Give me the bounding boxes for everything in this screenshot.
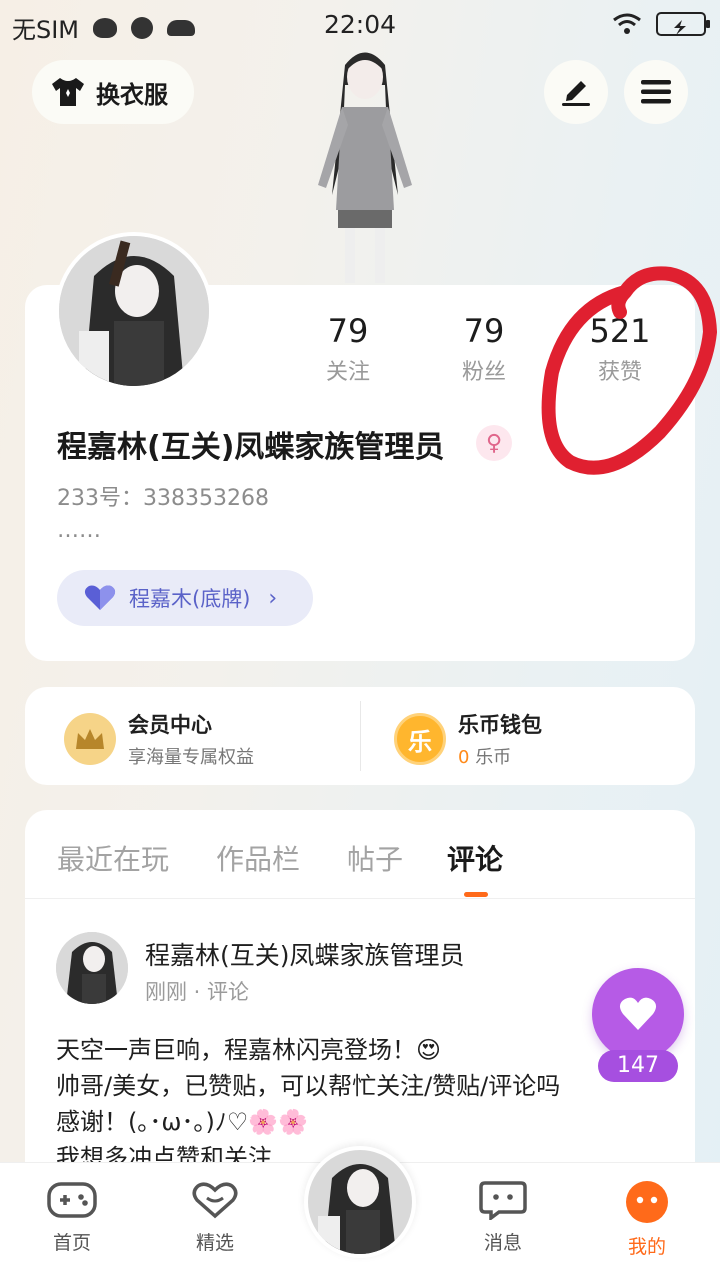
chevron-right-icon: › — [268, 585, 278, 611]
stat-label: 粉丝 — [461, 360, 506, 385]
avatar-character-figure[interactable] — [290, 45, 440, 285]
username: 程嘉林(互关)凤蝶家族管理员 — [57, 430, 445, 465]
wallet-unit: 乐币 — [475, 747, 512, 768]
vip-subtitle: 享海量专属权益 — [128, 747, 254, 768]
nav-home[interactable]: 首页 — [17, 1180, 127, 1255]
nav-label: 我的 — [627, 1236, 666, 1258]
face-icon — [626, 1181, 668, 1223]
stat-followers[interactable]: 79 粉丝 — [424, 312, 544, 386]
like-button[interactable] — [592, 968, 684, 1060]
nav-center-avatar[interactable] — [304, 1146, 416, 1258]
heart-badge-icon — [84, 585, 116, 610]
vip-center-button[interactable]: 会员中心 享海量专属权益 — [64, 709, 254, 769]
nav-label: 消息 — [483, 1232, 522, 1254]
nav-label: 首页 — [52, 1232, 91, 1254]
wallet-amount: 0 — [458, 747, 470, 768]
nav-me[interactable]: 我的 — [592, 1180, 702, 1259]
like-count: 147 — [598, 1050, 678, 1082]
avatar[interactable] — [55, 232, 213, 390]
badge-label: 程嘉木(底牌) — [129, 587, 251, 611]
post-author-avatar[interactable] — [56, 932, 128, 1004]
female-gender-icon: ♀ — [476, 425, 512, 461]
post-meta: 刚刚 · 评论 — [145, 980, 250, 1004]
heart-outline-icon — [192, 1182, 238, 1219]
nav-messages[interactable]: 消息 — [448, 1180, 558, 1255]
battery-icon — [656, 12, 710, 36]
nav-featured[interactable]: 精选 — [160, 1180, 270, 1255]
shirt-icon — [52, 78, 84, 106]
edit-button[interactable] — [544, 60, 608, 124]
tab-works[interactable]: 作品栏 — [216, 838, 300, 878]
divider — [360, 701, 361, 771]
menu-button[interactable] — [624, 60, 688, 124]
stat-label: 获赞 — [597, 360, 642, 385]
stat-number: 79 — [327, 312, 369, 350]
wallet-title: 乐币钱包 — [458, 713, 542, 737]
tab-recently-played[interactable]: 最近在玩 — [57, 838, 169, 878]
bio: …… — [57, 518, 101, 543]
stat-likes[interactable]: 521 获赞 — [560, 312, 680, 386]
gamepad-icon — [47, 1182, 97, 1218]
wallet-balance: 0 乐币 — [458, 743, 542, 769]
chat-icon — [479, 1181, 527, 1222]
fan-badge-button[interactable]: 程嘉木(底牌) › — [57, 570, 313, 626]
tab-divider — [25, 898, 695, 899]
pen-icon — [562, 81, 590, 106]
user-id: 233号：338353268 — [57, 486, 269, 511]
active-tab-indicator — [464, 892, 488, 897]
stat-number: 521 — [589, 312, 651, 350]
heart-icon — [619, 997, 657, 1030]
outfit-label: 换衣服 — [96, 80, 168, 109]
vip-title: 会员中心 — [128, 713, 212, 737]
menu-icon — [641, 80, 671, 104]
change-outfit-button[interactable]: 换衣服 — [32, 60, 194, 124]
stat-label: 关注 — [325, 360, 370, 385]
post-author-name[interactable]: 程嘉林(互关)凤蝶家族管理员 — [145, 936, 465, 972]
tab-posts[interactable]: 帖子 — [347, 838, 403, 878]
coin-icon: 乐 — [394, 713, 446, 765]
wifi-icon — [613, 13, 641, 34]
nav-label: 精选 — [195, 1232, 234, 1254]
tab-comments[interactable]: 评论 — [447, 838, 503, 878]
wallet-button[interactable]: 乐 乐币钱包 0 乐币 — [394, 709, 542, 769]
crown-icon — [64, 713, 116, 765]
stat-following[interactable]: 79 关注 — [288, 312, 408, 386]
stat-number: 79 — [463, 312, 505, 350]
